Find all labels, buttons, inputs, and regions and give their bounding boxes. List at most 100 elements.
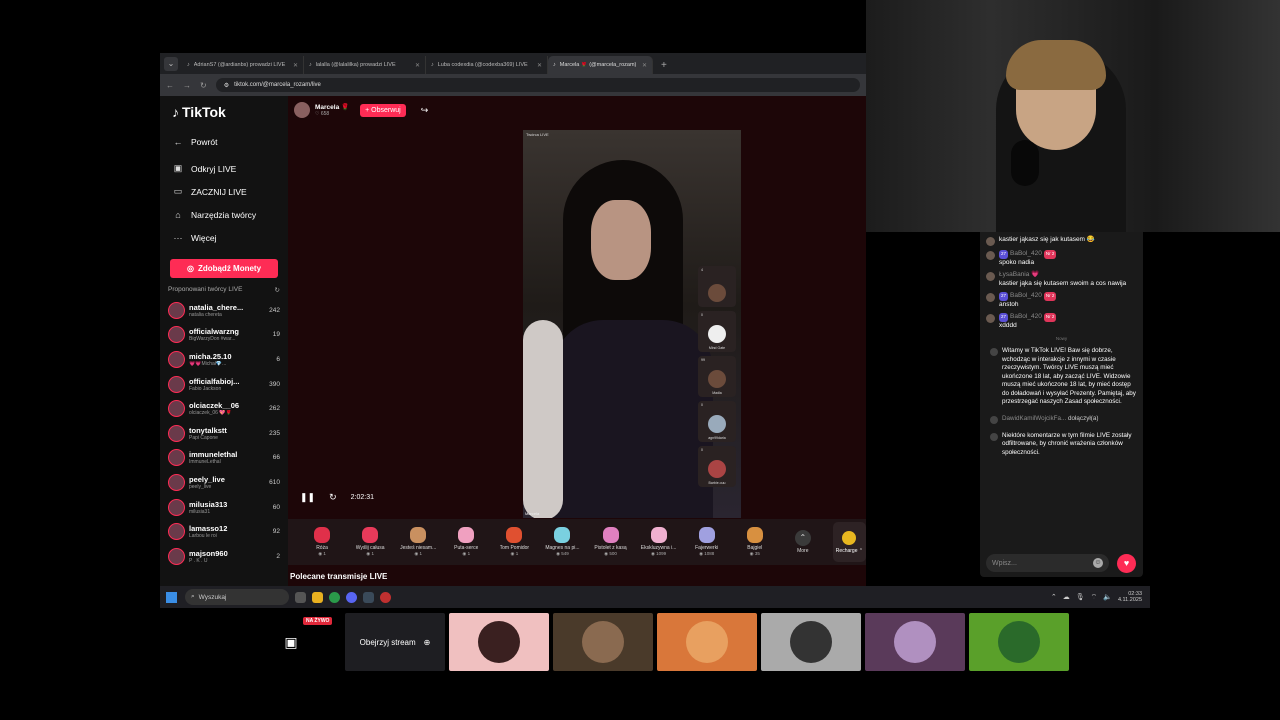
more-icon: ··· xyxy=(173,232,183,243)
chat-body: 27 BaBol_420 Nr 2 anstoh xyxy=(999,292,1057,309)
guest-thumb[interactable]: 99 Madla xyxy=(698,356,736,397)
new-tab-icon[interactable]: + xyxy=(661,60,667,71)
viewer-card[interactable] xyxy=(865,613,965,671)
host-name[interactable]: Marcela 🌹 xyxy=(315,103,349,111)
cloud-icon[interactable]: ☁ xyxy=(1063,593,1070,601)
gift-item[interactable]: Ekskluzywna i... ◉ 1099 xyxy=(635,527,683,557)
close-icon[interactable]: ✕ xyxy=(293,62,298,69)
more-gifts-button[interactable]: ⌃ More xyxy=(779,530,827,554)
tab-menu-icon[interactable]: ⌄ xyxy=(164,57,178,71)
reload-icon[interactable]: ↻ xyxy=(200,81,207,90)
nav-label: Odkryj LIVE xyxy=(191,163,237,174)
creator-row[interactable]: tonytalkstt Papi Capone 235 xyxy=(168,421,280,446)
follow-button[interactable]: + Obserwuj xyxy=(360,103,406,117)
gift-item[interactable]: Pistolet z kasą ◉ 500 xyxy=(586,527,634,557)
gift-item[interactable]: Fajerwerki ◉ 1088 xyxy=(683,527,731,557)
browser-tab-active[interactable]: ♪ Marcela 🌹 (@marcela_rozam) ✕ xyxy=(548,56,653,74)
wifi-icon[interactable]: ⌔ xyxy=(1091,593,1098,602)
taskbar-search[interactable]: ⌕ Wyszukaj xyxy=(185,589,289,605)
get-coins-button[interactable]: ◎ Zdobądź Monety xyxy=(170,259,278,278)
chat-username[interactable]: BaBol_420 xyxy=(1010,250,1042,257)
viewer-card[interactable] xyxy=(657,613,757,671)
pause-icon[interactable]: ❚❚ xyxy=(300,492,315,503)
back-icon[interactable]: ← xyxy=(166,81,174,90)
close-icon[interactable]: ✕ xyxy=(415,62,420,69)
joined-user[interactable]: DawidKamilWojcikFa... xyxy=(1002,415,1066,422)
close-icon[interactable]: ✕ xyxy=(537,62,542,69)
creator-row[interactable]: micha.25.10 💗💗Michał💎... 6 xyxy=(168,347,280,372)
recharge-button[interactable]: Recharge ⌃ xyxy=(832,522,867,562)
creator-row[interactable]: lamasso12 Larbou le roi 92 xyxy=(168,519,280,544)
creator-row[interactable]: immunelethal ImmuneLethal 66 xyxy=(168,446,280,471)
viewer-card[interactable] xyxy=(449,613,549,671)
viewer-card[interactable] xyxy=(553,613,653,671)
gift-item[interactable]: Magnes na pi... ◉ 549 xyxy=(538,527,586,557)
microphone-icon[interactable]: 🎙 xyxy=(1076,593,1085,601)
creator-row[interactable]: olciaczek__06 olciaczek_06 💖🌹 262 xyxy=(168,396,280,421)
close-icon[interactable]: ✕ xyxy=(642,62,647,69)
discord-icon[interactable] xyxy=(346,591,357,603)
suggested-header: Proponowani twórcy LIVE ↻ xyxy=(168,286,280,294)
url-field[interactable]: ⚙ tiktok.com/@marcela_rozam/live xyxy=(215,78,860,92)
share-icon[interactable]: ↪ xyxy=(421,105,429,116)
creator-row[interactable]: natalia_chere... natalia chereta 242 xyxy=(168,298,280,323)
chat-avatar[interactable] xyxy=(986,237,995,246)
browser-window: ⌄ ♪ AdrianS7 (@ardianbs) prowadzi LIVE ✕ ♪… xyxy=(160,53,1086,586)
creator-row[interactable]: milusia313 milusia31 60 xyxy=(168,495,280,520)
creator-row[interactable]: officialfabioj... Fabio Jackson 390 xyxy=(168,372,280,397)
gift-item[interactable]: Róża ◉ 1 xyxy=(298,527,346,557)
app-icon[interactable] xyxy=(363,591,374,603)
nav-creator-tools[interactable]: ⌂ Narzędzia twórcy xyxy=(168,203,280,226)
creator-row[interactable]: officialwarzng BigWarzyDon #war... 19 xyxy=(168,323,280,348)
tiktok-logo[interactable]: ♪ TikTok xyxy=(172,104,280,120)
site-info-icon[interactable]: ⚙ xyxy=(224,82,229,89)
guest-thumb[interactable]: 0 agn99daria xyxy=(698,401,736,442)
volume-icon[interactable]: 🔈 xyxy=(1103,593,1112,601)
nav-more[interactable]: ··· Więcej xyxy=(168,226,280,249)
live-card[interactable]: ▣ NA ŻYWO xyxy=(241,613,341,671)
host-avatar[interactable] xyxy=(294,102,310,118)
browser-tab[interactable]: ♪ AdrianS7 (@ardianbs) prowadzi LIVE ✕ xyxy=(182,56,304,74)
creator-subtitle: natalia chereta xyxy=(189,311,222,318)
viewer-card[interactable] xyxy=(761,613,861,671)
nav-discover-live[interactable]: ▣ Odkryj LIVE xyxy=(168,157,280,180)
chat-avatar[interactable] xyxy=(986,314,995,323)
gift-item[interactable]: Bajgiel ◉ 35 xyxy=(731,527,779,557)
chrome-icon[interactable] xyxy=(329,591,340,603)
viewer-card[interactable] xyxy=(969,613,1069,671)
browser-tab[interactable]: ♪ lalalla (@lalalilka) prowadzi LIVE ✕ xyxy=(304,56,426,74)
gift-item[interactable]: Puta-serce ◉ 1 xyxy=(442,527,490,557)
chevron-up-icon[interactable]: ⌃ xyxy=(1051,593,1057,601)
chat-username[interactable]: ŁysaBania 💗 xyxy=(999,271,1039,278)
gift-item[interactable]: Tom Pomidor ◉ 1 xyxy=(490,527,538,557)
gift-item[interactable]: Jesteś niesam... ◉ 1 xyxy=(394,527,442,557)
gift-bar: Róża ◉ 1 Wyślij całusa ◉ 1 Jesteś niesam... ◉… xyxy=(288,519,867,565)
nav-back[interactable]: ← Powrót xyxy=(168,130,280,153)
chat-avatar[interactable] xyxy=(986,272,995,281)
task-view-icon[interactable] xyxy=(295,591,306,603)
nav-start-live[interactable]: ▭ ZACZNIJ LIVE xyxy=(168,180,280,203)
forward-icon[interactable]: → xyxy=(183,81,191,90)
guest-thumb[interactable]: 0 Mind Gate xyxy=(698,311,736,352)
emoji-icon[interactable]: ☺ xyxy=(1093,558,1103,568)
explorer-icon[interactable] xyxy=(312,591,323,603)
chat-username[interactable]: BaBol_420 xyxy=(1010,292,1042,299)
refresh-icon[interactable]: ↻ xyxy=(275,286,280,294)
browser-tab[interactable]: ♪ Luba codexdia (@codexba369) LIVE ✕ xyxy=(426,56,548,74)
chat-avatar[interactable] xyxy=(986,251,995,260)
guest-thumb[interactable]: 4 xyxy=(698,266,736,307)
chat-username[interactable]: BaBol_420 xyxy=(1010,313,1042,320)
creator-row[interactable]: peely_live peely_live 610 xyxy=(168,470,280,495)
chat-avatar[interactable] xyxy=(986,293,995,302)
chat-input[interactable]: Wpisz... ☺ xyxy=(986,554,1109,572)
windows-icon[interactable] xyxy=(166,591,177,603)
clock[interactable]: 02:33 4.11.2025 xyxy=(1118,591,1142,604)
gift-icon xyxy=(746,527,763,543)
refresh-icon[interactable]: ↻ xyxy=(329,492,337,503)
creator-row[interactable]: majson960 P . K . U 2 xyxy=(168,544,280,569)
like-heart-button[interactable]: ♥ xyxy=(1117,554,1136,573)
gift-item[interactable]: Wyślij całusa ◉ 1 xyxy=(346,527,394,557)
watch-stream-button[interactable]: Obejrzyj stream ⊕ xyxy=(345,613,445,671)
guest-thumb[interactable]: 0 Barbie.ouu xyxy=(698,446,736,487)
obs-icon[interactable] xyxy=(380,591,391,603)
